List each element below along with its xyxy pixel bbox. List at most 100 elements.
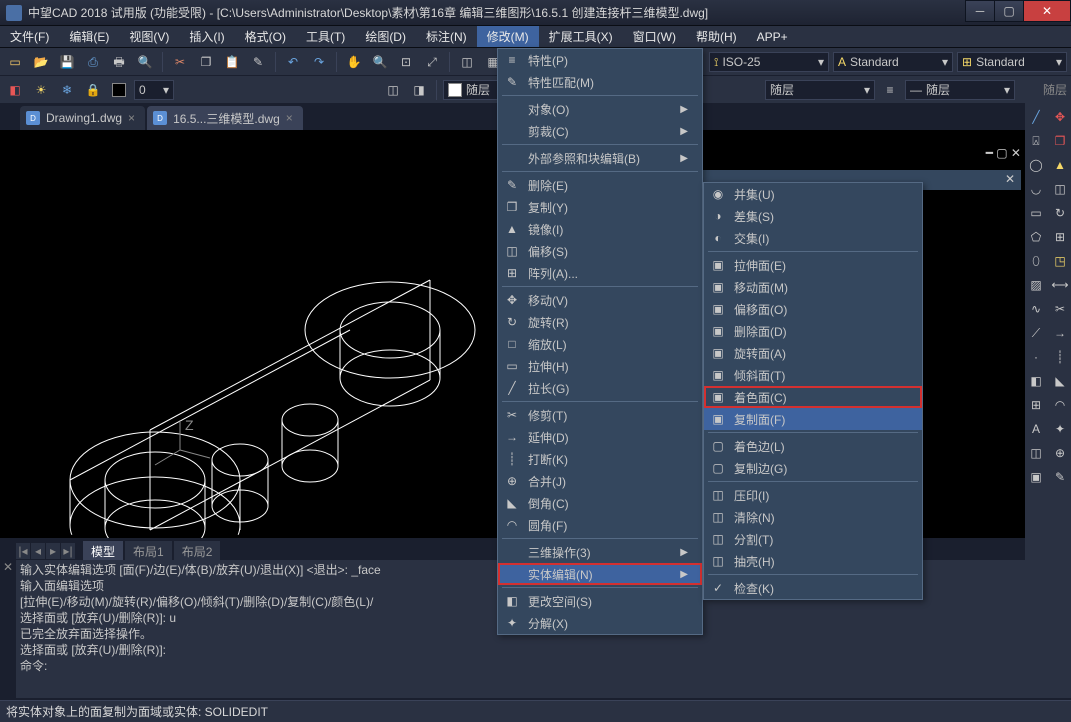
- menu-item[interactable]: ◑差集(S): [704, 205, 922, 227]
- menu-item[interactable]: ▣拉伸面(E): [704, 254, 922, 276]
- menu-item[interactable]: 对象(O)▶: [498, 98, 702, 120]
- offset-icon[interactable]: ◫: [1049, 178, 1071, 200]
- paste-icon[interactable]: 📋: [221, 51, 243, 73]
- menu-item[interactable]: ⊕合并(J): [498, 470, 702, 492]
- line-icon[interactable]: ╱: [1025, 106, 1047, 128]
- menu-item[interactable]: ✂修剪(T): [498, 404, 702, 426]
- props-icon[interactable]: ◫: [456, 51, 478, 73]
- zoomwin-icon[interactable]: ⊡: [395, 51, 417, 73]
- copy-icon[interactable]: ❐: [195, 51, 217, 73]
- stretch-icon[interactable]: ⟷: [1049, 274, 1071, 296]
- menu-3[interactable]: 插入(I): [179, 26, 234, 47]
- menu-item[interactable]: ▣移动面(M): [704, 276, 922, 298]
- pline-icon[interactable]: ⍓: [1025, 130, 1047, 152]
- menu-item[interactable]: →延伸(D): [498, 426, 702, 448]
- panel-window-controls[interactable]: ━ ▢ ✕: [986, 146, 1021, 160]
- textstyle-dropdown[interactable]: AStandard▾: [833, 52, 953, 72]
- menu-item[interactable]: ↻旋转(R): [498, 311, 702, 333]
- menu-item[interactable]: ✓检查(K): [704, 577, 922, 599]
- layerfreeze-icon[interactable]: ❄: [56, 79, 78, 101]
- layer-dropdown[interactable]: 随层▾: [765, 80, 875, 100]
- menu-item[interactable]: ✥移动(V): [498, 289, 702, 311]
- menu-item[interactable]: ◠圆角(F): [498, 514, 702, 536]
- menu-item[interactable]: ▣复制面(F): [704, 408, 922, 430]
- fillet-icon[interactable]: ◠: [1049, 394, 1071, 416]
- layeron-icon[interactable]: ☀: [30, 79, 52, 101]
- menu-item[interactable]: 实体编辑(N)▶: [498, 563, 702, 585]
- block-icon[interactable]: ◫: [1025, 442, 1047, 464]
- undo-icon[interactable]: ↶: [282, 51, 304, 73]
- menu-item[interactable]: ▢着色边(L): [704, 435, 922, 457]
- dimstyle-dropdown[interactable]: ⟟ISO-25▾: [709, 52, 829, 72]
- menu-10[interactable]: 窗口(W): [623, 26, 686, 47]
- menu-item[interactable]: ▲镜像(I): [498, 218, 702, 240]
- insert-icon[interactable]: ▣: [1025, 466, 1047, 488]
- tablestyle-dropdown[interactable]: ⊞Standard▾: [957, 52, 1067, 72]
- join-icon[interactable]: ⊕: [1049, 442, 1071, 464]
- menu-item[interactable]: 三维操作(3)▶: [498, 541, 702, 563]
- menu-2[interactable]: 视图(V): [119, 26, 179, 47]
- print-icon[interactable]: 🖶: [108, 51, 130, 73]
- menu-item[interactable]: ◐交集(I): [704, 227, 922, 249]
- cmd-close-icon[interactable]: ✕: [0, 560, 16, 574]
- ltype-dropdown[interactable]: — 随层▾: [905, 80, 1015, 100]
- panel-close-icon[interactable]: ✕: [1005, 172, 1015, 186]
- menu-1[interactable]: 编辑(E): [59, 26, 119, 47]
- menu-item[interactable]: ▭拉伸(H): [498, 355, 702, 377]
- menu-item[interactable]: □缩放(L): [498, 333, 702, 355]
- menu-item[interactable]: ◫偏移(S): [498, 240, 702, 262]
- menu-item[interactable]: ❐复制(Y): [498, 196, 702, 218]
- trim-icon[interactable]: ✂: [1049, 298, 1071, 320]
- spline-icon[interactable]: ∿: [1025, 298, 1047, 320]
- save-icon[interactable]: 💾: [56, 51, 78, 73]
- layer-icon[interactable]: ◧: [4, 79, 26, 101]
- menu-item[interactable]: ◫清除(N): [704, 506, 922, 528]
- menu-item[interactable]: ▣删除面(D): [704, 320, 922, 342]
- rect-icon[interactable]: ▭: [1025, 202, 1047, 224]
- doc-tab-1[interactable]: D16.5...三维模型.dwg×: [147, 106, 303, 130]
- layer0-dropdown[interactable]: 0 ▾: [134, 80, 174, 100]
- menu-item[interactable]: ╱拉长(G): [498, 377, 702, 399]
- menu-9[interactable]: 扩展工具(X): [539, 26, 623, 47]
- matchprop-icon[interactable]: ✎: [247, 51, 269, 73]
- menu-item[interactable]: ◫压印(I): [704, 484, 922, 506]
- maximize-button[interactable]: ▢: [994, 0, 1024, 22]
- menu-item[interactable]: ▣倾斜面(T): [704, 364, 922, 386]
- menu-item[interactable]: ✎删除(E): [498, 174, 702, 196]
- text-icon[interactable]: A: [1025, 418, 1047, 440]
- menu-item[interactable]: 剪裁(C)▶: [498, 120, 702, 142]
- mirror-icon[interactable]: ▲: [1049, 154, 1071, 176]
- menu-item[interactable]: ◫分割(T): [704, 528, 922, 550]
- table-icon[interactable]: ⊞: [1025, 394, 1047, 416]
- pan-icon[interactable]: ✋: [343, 51, 365, 73]
- layerprev-icon[interactable]: ◨: [408, 79, 430, 101]
- minimize-button[interactable]: ─: [965, 0, 995, 22]
- menu-item[interactable]: ┊打断(K): [498, 448, 702, 470]
- copy2-icon[interactable]: ❐: [1049, 130, 1071, 152]
- new-icon[interactable]: ▭: [4, 51, 26, 73]
- menu-item[interactable]: ◣倒角(C): [498, 492, 702, 514]
- layerlock-icon[interactable]: 🔒: [82, 79, 104, 101]
- scale-icon[interactable]: ◳: [1049, 250, 1071, 272]
- explode-icon[interactable]: ✦: [1049, 418, 1071, 440]
- zoomext-icon[interactable]: ⤢: [421, 51, 443, 73]
- menu-item[interactable]: ▣旋转面(A): [704, 342, 922, 364]
- menu-12[interactable]: APP+: [747, 26, 798, 47]
- menu-item[interactable]: ⊞阵列(A)...: [498, 262, 702, 284]
- region-icon[interactable]: ◧: [1025, 370, 1047, 392]
- menu-item[interactable]: 外部参照和块编辑(B)▶: [498, 147, 702, 169]
- redo-icon[interactable]: ↷: [308, 51, 330, 73]
- arc-icon[interactable]: ◡: [1025, 178, 1047, 200]
- tab-close-icon[interactable]: ×: [128, 111, 135, 125]
- menu-item[interactable]: ▣着色面(C): [704, 386, 922, 408]
- layout-tab-1[interactable]: 布局1: [125, 541, 172, 562]
- menu-0[interactable]: 文件(F): [0, 26, 59, 47]
- ellipse-icon[interactable]: ⬯: [1025, 250, 1047, 272]
- saveall-icon[interactable]: ⎙: [82, 51, 104, 73]
- menu-8[interactable]: 修改(M): [477, 26, 539, 47]
- layout-nav[interactable]: |◂◂▸▸|: [16, 543, 75, 559]
- preview-icon[interactable]: 🔍: [134, 51, 156, 73]
- poly-icon[interactable]: ⬠: [1025, 226, 1047, 248]
- menu-11[interactable]: 帮助(H): [686, 26, 747, 47]
- array-icon[interactable]: ⊞: [1049, 226, 1071, 248]
